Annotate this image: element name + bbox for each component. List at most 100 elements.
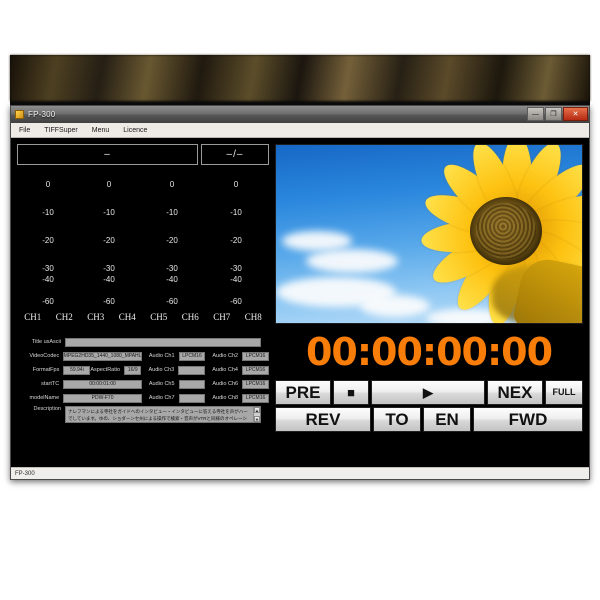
rewind-button[interactable]: REV bbox=[275, 407, 371, 432]
description-textarea[interactable]: ナレフマンによる寺社をガイドへのインタビュー・インタビューに答える寺社を声がハー… bbox=[65, 406, 261, 423]
scale-column-4: 0 -10 -20 -30 -40 -60 bbox=[205, 176, 267, 306]
scale-label-20: -20 bbox=[230, 236, 242, 245]
scale-label-0: 0 bbox=[106, 180, 112, 189]
description-scrollbar[interactable]: ▲ ▼ bbox=[253, 407, 260, 422]
scale-label-60: -60 bbox=[166, 297, 178, 306]
start-tc-field[interactable]: 00:00:01:00 bbox=[63, 379, 142, 389]
end-button[interactable]: EN bbox=[423, 407, 471, 432]
audio-ch7-label: Audio Ch7 bbox=[148, 395, 175, 401]
video-codec-field[interactable]: MPEG2HD35_1440_1080_MPAHL bbox=[63, 351, 142, 361]
desktop: FP-300 — ❐ ✕ File TIFFSuper Menu Licence… bbox=[0, 0, 600, 600]
menu-bar: File TIFFSuper Menu Licence bbox=[11, 123, 589, 138]
minimize-button[interactable]: — bbox=[527, 107, 544, 121]
scale-label-30: -30 bbox=[166, 264, 178, 273]
scale-label-60: -60 bbox=[230, 297, 242, 306]
scale-column-1: 0 -10 -20 -30 -40 -60 bbox=[17, 176, 79, 306]
scale-label-20: -20 bbox=[103, 236, 115, 245]
description-text: ナレフマンによる寺社をガイドへのインタビュー・インタビューに答える寺社を声がハー… bbox=[68, 409, 248, 421]
scale-label-10: -10 bbox=[166, 208, 178, 217]
scale-label-20: -20 bbox=[166, 236, 178, 245]
status-bar: FP-300 bbox=[11, 467, 589, 479]
scroll-down-icon[interactable]: ▼ bbox=[254, 416, 260, 422]
audio-ch1-field[interactable]: LPCM16 bbox=[178, 351, 206, 361]
audio-ch7-field[interactable] bbox=[178, 393, 206, 403]
sunflower-disc bbox=[470, 197, 542, 265]
meter-scale: 0 -10 -20 -30 -40 -60 0 -10 -20 -30 -40 … bbox=[17, 176, 269, 306]
maximize-button[interactable]: ❐ bbox=[545, 107, 562, 121]
scroll-up-icon[interactable]: ▲ bbox=[254, 407, 260, 413]
channel-label-ch1: CH1 bbox=[24, 312, 42, 322]
metadata-row-videocodec: VideoCodec MPEG2HD35_1440_1080_MPAHL Aud… bbox=[17, 350, 270, 362]
audio-ch5-label: Audio Ch5 bbox=[148, 381, 175, 387]
scale-label-40: -40 bbox=[166, 275, 178, 284]
transport-row-2: REV TO EN FWD bbox=[275, 407, 583, 432]
audio-ch2-field[interactable]: LPCM16 bbox=[242, 351, 270, 361]
title-usascii-label: Title usAscii bbox=[31, 339, 61, 345]
format-fps-label: FormatFps bbox=[32, 367, 60, 373]
close-button[interactable]: ✕ bbox=[563, 107, 588, 121]
menu-item-tiffsuper[interactable]: TIFFSuper bbox=[44, 127, 77, 134]
video-preview[interactable] bbox=[275, 144, 583, 324]
model-name-label: modelName bbox=[29, 395, 60, 401]
status-text: FP-300 bbox=[15, 470, 35, 477]
scale-label-40: -40 bbox=[230, 275, 242, 284]
transport-row-1: PRE ■ ▶ NEX FULL bbox=[275, 380, 583, 405]
prev-button[interactable]: PRE bbox=[275, 380, 331, 405]
channel-label-ch3: CH3 bbox=[87, 312, 105, 322]
cloud-shape bbox=[306, 249, 398, 273]
scale-label-30: -30 bbox=[103, 264, 115, 273]
audio-ch3-label: Audio Ch3 bbox=[148, 367, 175, 373]
format-fps-field[interactable]: 59.94i bbox=[63, 365, 91, 375]
forward-button[interactable]: FWD bbox=[473, 407, 583, 432]
metadata-row-modelname: modelName PDW-F70 Audio Ch7 Audio Ch8 LP… bbox=[17, 392, 270, 404]
channel-label-ch7: CH7 bbox=[213, 312, 231, 322]
backdrop-photo-strip bbox=[10, 55, 590, 101]
timecode-display: 00:00:00:00 bbox=[275, 328, 583, 376]
audio-ch6-field[interactable]: LPCM16 bbox=[242, 379, 270, 389]
scale-label-0: 0 bbox=[45, 180, 51, 189]
channel-label-ch8: CH8 bbox=[244, 312, 262, 322]
level-readout: – bbox=[17, 144, 198, 165]
aspect-ratio-label: AspectRatio bbox=[90, 367, 121, 373]
next-button[interactable]: NEX bbox=[487, 380, 543, 405]
menu-item-menu[interactable]: Menu bbox=[92, 127, 110, 134]
aspect-ratio-field[interactable]: 16/9 bbox=[124, 365, 142, 375]
play-button[interactable]: ▶ bbox=[371, 380, 485, 405]
audio-ch6-label: Audio Ch6 bbox=[212, 381, 239, 387]
title-usascii-field[interactable] bbox=[65, 337, 261, 347]
stop-button[interactable]: ■ bbox=[333, 380, 369, 405]
channel-label-ch6: CH6 bbox=[181, 312, 199, 322]
audio-ch1-label: Audio Ch1 bbox=[148, 353, 175, 359]
model-name-field[interactable]: PDW-F70 bbox=[63, 393, 142, 403]
channel-label-ch5: CH5 bbox=[150, 312, 168, 322]
menu-item-file[interactable]: File bbox=[19, 127, 30, 134]
video-codec-label: VideoCodec bbox=[29, 353, 60, 359]
audio-ch8-field[interactable]: LPCM16 bbox=[242, 393, 270, 403]
scale-column-3: 0 -10 -20 -30 -40 -60 bbox=[141, 176, 203, 306]
scale-label-0: 0 bbox=[233, 180, 239, 189]
scale-label-10: -10 bbox=[103, 208, 115, 217]
metadata-form: Title usAscii VideoCodec MPEG2HD35_1440_… bbox=[17, 336, 270, 458]
fullscreen-button[interactable]: FULL bbox=[545, 380, 583, 405]
scale-label-10: -10 bbox=[230, 208, 242, 217]
meter-readouts: – –/– bbox=[17, 144, 269, 165]
metadata-row-starttc: startTC 00:00:01:00 Audio Ch5 Audio Ch6 … bbox=[17, 378, 270, 390]
audio-ch3-field[interactable] bbox=[178, 365, 206, 375]
window-controls: — ❐ ✕ bbox=[527, 107, 588, 121]
metadata-row-formatfps: FormatFps 59.94i AspectRatio 16/9 Audio … bbox=[17, 364, 269, 376]
channel-labels: CH1 CH2 CH3 CH4 CH5 CH6 CH7 CH8 bbox=[17, 312, 269, 322]
audio-ch4-field[interactable]: LPCM16 bbox=[241, 365, 269, 375]
audio-ch5-field[interactable] bbox=[178, 379, 206, 389]
metadata-row-description: Description ナレフマンによる寺社をガイドへのインタビュー・インタビュ… bbox=[17, 406, 269, 423]
top-button[interactable]: TO bbox=[373, 407, 421, 432]
scale-label-60: -60 bbox=[103, 297, 115, 306]
scale-label-40: -40 bbox=[42, 275, 54, 284]
app-body: – –/– 0 -10 -20 -30 -40 -60 0 -10 -20 -3… bbox=[11, 138, 589, 467]
audio-ch4-label: Audio Ch4 bbox=[212, 367, 238, 373]
scale-label-20: -20 bbox=[42, 236, 54, 245]
title-bar[interactable]: FP-300 — ❐ ✕ bbox=[11, 106, 589, 123]
menu-item-licence[interactable]: Licence bbox=[123, 127, 147, 134]
scale-label-10: -10 bbox=[42, 208, 54, 217]
window-title: FP-300 bbox=[28, 110, 56, 119]
cloud-shape bbox=[282, 231, 352, 251]
